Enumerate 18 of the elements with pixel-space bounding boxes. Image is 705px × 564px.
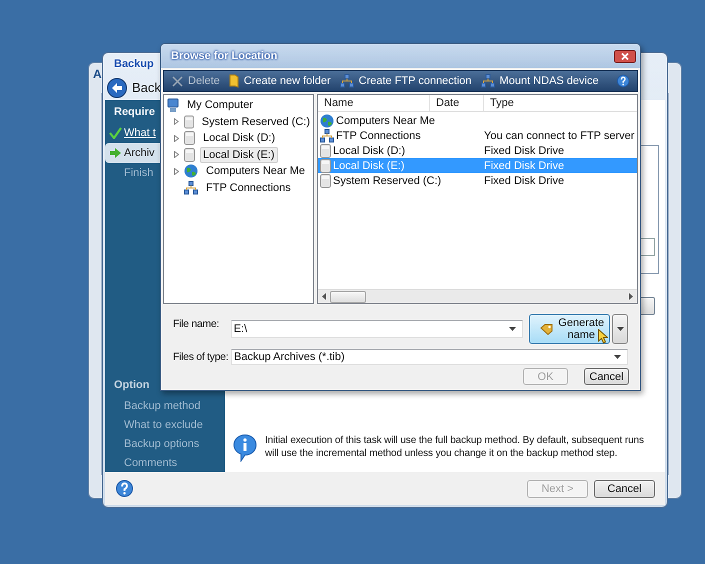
file-type: Fixed Disk Drive: [484, 144, 564, 156]
page-heading: Back: [132, 80, 161, 95]
section-heading: Require: [114, 106, 155, 119]
info-text: Initial execution of this task will use the full backup method. By default, subsequent runs will use the incremental method unless you change it on the backup method step.: [265, 434, 645, 460]
file-name: FTP Connections: [336, 130, 421, 142]
window-title: A: [93, 67, 102, 81]
file-type: You can connect to FTP server: [484, 130, 634, 142]
file-type: Fixed Disk Drive: [484, 160, 564, 172]
file-name: System Reserved (C:): [333, 174, 442, 186]
dialog-title: Browse for Location: [171, 50, 278, 62]
window-title: Backup: [114, 58, 154, 70]
field-label: Files of type:: [173, 350, 230, 363]
file-type: Fixed Disk Drive: [484, 174, 564, 186]
section-heading: Option: [114, 379, 150, 392]
file-name: Computers Near Me: [336, 114, 436, 126]
file-name: Local Disk (D:): [333, 144, 406, 156]
field-label: File name:: [173, 317, 220, 330]
file-name: Local Disk (E:): [333, 160, 405, 172]
